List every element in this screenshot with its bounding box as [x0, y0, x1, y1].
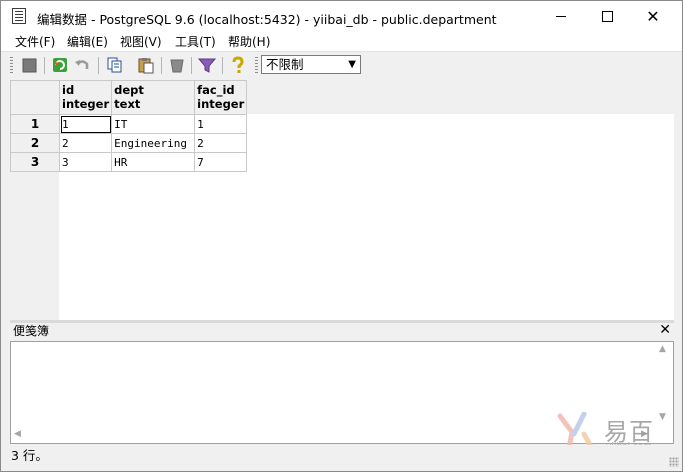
title-bar[interactable]: 编辑数据 - PostgreSQL 9.6 (localhost:5432) -… [1, 1, 682, 32]
cell-id[interactable]: 2 [58, 133, 113, 153]
close-button[interactable]: ✕ [630, 1, 676, 32]
refresh-icon [53, 58, 67, 72]
table-row: 3 3 HR 7 [10, 152, 248, 172]
chevron-down-icon: ▼ [348, 59, 356, 70]
filter-button[interactable] [197, 56, 217, 75]
paste-icon [138, 58, 154, 74]
cell-dept[interactable]: HR [111, 152, 196, 172]
menu-edit[interactable]: 编辑(E) [67, 34, 108, 50]
menu-tools[interactable]: 工具(T) [175, 34, 216, 50]
table-row: 1 1 IT 1 [10, 114, 248, 134]
toolbar-grip[interactable] [255, 57, 258, 74]
stop-button[interactable] [19, 56, 39, 75]
table-row: 2 2 Engineering 2 [10, 133, 248, 153]
undo-button[interactable] [72, 56, 92, 75]
minimize-button[interactable] [538, 1, 584, 32]
notepad-header: 便笺簿 ✕ [10, 322, 674, 340]
grid-table: id integer dept text fac_id integer 1 1 … [10, 80, 248, 172]
cell-fac-id[interactable]: 2 [194, 133, 248, 153]
cell-fac-id[interactable]: 7 [194, 152, 248, 172]
toolbar-separator [98, 57, 99, 74]
column-name: dept [114, 83, 144, 97]
grid-header-row: id integer dept text fac_id integer [10, 80, 248, 115]
row-number[interactable]: 1 [10, 114, 60, 134]
row-limit-select[interactable]: 不限制 ▼ [261, 55, 361, 74]
cell-dept[interactable]: IT [111, 114, 196, 134]
stop-icon [22, 58, 37, 73]
undo-icon [75, 60, 89, 69]
toolbar-grip[interactable] [10, 57, 13, 74]
toolbar-separator [161, 57, 162, 74]
column-header-fac-id[interactable]: fac_id integer [194, 80, 248, 115]
row-number[interactable]: 2 [10, 133, 60, 153]
editor-window: 编辑数据 - PostgreSQL 9.6 (localhost:5432) -… [0, 0, 683, 472]
column-type: integer [197, 97, 245, 111]
resize-grip-icon[interactable] [669, 457, 679, 467]
filter-icon [197, 58, 217, 73]
scroll-left-icon[interactable]: ◀ [14, 429, 21, 439]
toolbar: 不限制 ▼ [1, 51, 682, 79]
cell-id[interactable]: 1 [58, 114, 113, 134]
cell-fac-id[interactable]: 1 [194, 114, 248, 134]
menu-help[interactable]: 帮助(H) [228, 34, 270, 50]
toolbar-separator [222, 57, 223, 74]
column-name: fac_id [197, 83, 235, 97]
toolbar-separator [191, 57, 192, 74]
column-name: id [62, 83, 75, 97]
help-button[interactable] [228, 56, 248, 75]
data-grid: id integer dept text fac_id integer 1 1 … [10, 80, 674, 320]
column-header-id[interactable]: id integer [58, 80, 113, 115]
toolbar-separator [44, 57, 45, 74]
delete-button[interactable] [167, 56, 187, 75]
copy-icon [107, 57, 122, 73]
scroll-up-icon[interactable]: ▲ [659, 344, 666, 354]
status-bar: 3 行。 [1, 445, 682, 469]
column-header-dept[interactable]: dept text [111, 80, 196, 115]
help-icon [232, 56, 244, 73]
menu-bar: 文件(F) 编辑(E) 视图(V) 工具(T) 帮助(H) [1, 32, 682, 51]
maximize-button[interactable] [584, 1, 630, 32]
column-type: text [114, 97, 141, 111]
delete-icon [170, 59, 184, 73]
paste-button[interactable] [136, 56, 156, 75]
corner-header[interactable] [10, 80, 60, 115]
row-count-status: 3 行。 [11, 448, 48, 463]
app-icon [12, 8, 26, 24]
column-type: integer [62, 97, 110, 111]
window-title: 编辑数据 - PostgreSQL 9.6 (localhost:5432) -… [37, 12, 497, 27]
menu-view[interactable]: 视图(V) [120, 34, 162, 50]
notepad-title: 便笺簿 [13, 324, 50, 338]
grid-header-filler [242, 80, 674, 114]
row-number[interactable]: 3 [10, 152, 60, 172]
cell-dept[interactable]: Engineering [111, 133, 196, 153]
notepad-close-icon[interactable]: ✕ [659, 322, 671, 339]
copy-button[interactable] [105, 56, 125, 75]
refresh-button[interactable] [50, 56, 70, 75]
cell-id[interactable]: 3 [58, 152, 113, 172]
row-limit-value: 不限制 [266, 57, 304, 72]
menu-file[interactable]: 文件(F) [15, 34, 55, 50]
